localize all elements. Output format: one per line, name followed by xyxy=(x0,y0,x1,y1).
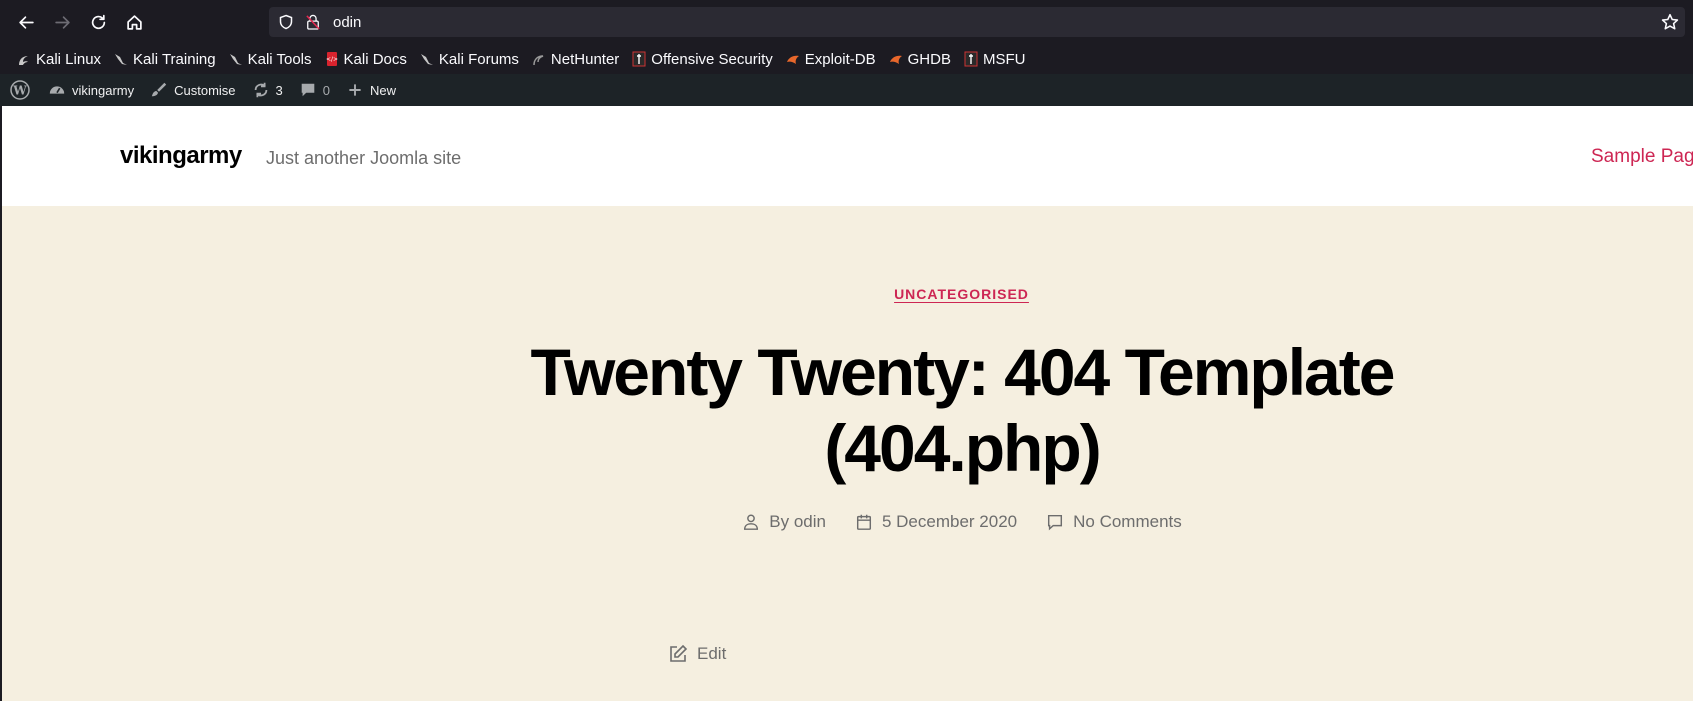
wp-logo-menu[interactable]: W xyxy=(0,74,40,106)
bookmark-label: Kali Linux xyxy=(36,50,102,68)
kali-dragon-icon xyxy=(228,51,244,67)
bookmark-kali-training[interactable]: Kali Training xyxy=(113,51,216,68)
post-title: Twenty Twenty: 404 Template (404.php) xyxy=(530,335,1396,485)
bookmark-kali-docs[interactable]: </> Kali Docs xyxy=(324,50,407,68)
url-text[interactable]: odin xyxy=(333,14,361,31)
browser-toolbar: odin xyxy=(0,0,1693,44)
wp-admin-bar: W vikingarmy Customise 3 0 New xyxy=(0,74,1693,106)
exploitdb-icon xyxy=(785,51,801,67)
bookmark-label: Exploit-DB xyxy=(804,50,876,68)
insecure-lock-icon[interactable] xyxy=(305,13,321,31)
site-header: vikingarmy Just another Joomla site Samp… xyxy=(2,106,1693,206)
exploitdb-icon xyxy=(888,51,904,67)
bookmark-nethunter[interactable]: NetHunter xyxy=(531,51,619,68)
post-comments: No Comments xyxy=(1045,512,1182,532)
user-icon xyxy=(741,512,761,532)
admin-customise[interactable]: Customise xyxy=(142,74,243,106)
nav-sample-page[interactable]: Sample Page xyxy=(1591,146,1693,168)
url-bar[interactable]: odin xyxy=(269,7,1685,37)
admin-site-name-label: vikingarmy xyxy=(72,82,135,98)
site-description: Just another Joomla site xyxy=(266,148,462,168)
arrow-right-icon xyxy=(54,15,70,29)
bookmark-label: MSFU xyxy=(982,50,1026,68)
bookmark-kali-forums[interactable]: Kali Forums xyxy=(419,51,519,68)
author-link[interactable]: odin xyxy=(794,512,826,532)
shield-icon[interactable] xyxy=(277,13,295,31)
edit-label: Edit xyxy=(697,644,727,663)
bookmark-exploit-db[interactable]: Exploit-DB xyxy=(785,51,876,68)
bookmark-label: Kali Training xyxy=(133,50,216,68)
reload-button[interactable] xyxy=(80,4,116,40)
bookmark-msfu[interactable]: MSFU xyxy=(963,50,1026,68)
nethunter-icon xyxy=(531,51,547,67)
bookmark-label: Kali Tools xyxy=(247,50,312,68)
offsec-icon xyxy=(963,51,979,67)
dashboard-gauge-icon xyxy=(48,81,66,99)
svg-text:W: W xyxy=(12,84,27,98)
admin-updates[interactable]: 3 xyxy=(244,74,291,106)
home-button[interactable] xyxy=(116,4,152,40)
kali-dragon-icon xyxy=(113,51,129,67)
bookmark-kali-linux[interactable]: Kali Linux xyxy=(16,51,101,68)
bookmark-label: Offensive Security xyxy=(651,50,773,68)
reload-icon xyxy=(91,14,105,29)
admin-new-label: New xyxy=(370,82,397,98)
post-date-link[interactable]: 5 December 2020 xyxy=(882,512,1017,532)
updates-refresh-icon xyxy=(252,81,270,99)
kali-dragon-icon xyxy=(419,51,435,67)
comments-link[interactable]: No Comments xyxy=(1073,512,1182,532)
plus-icon xyxy=(346,81,364,99)
bookmark-ghdb[interactable]: GHDB xyxy=(888,51,951,68)
bookmark-label: Kali Docs xyxy=(343,50,407,68)
edit-post-link[interactable]: Edit xyxy=(668,644,726,664)
updates-count: 3 xyxy=(275,82,283,98)
kali-dragon-icon xyxy=(16,51,32,67)
admin-new-content[interactable]: New xyxy=(338,74,404,106)
post-header: UNCATEGORISED Twenty Twenty: 404 Templat… xyxy=(2,206,1693,701)
back-button[interactable] xyxy=(8,4,44,40)
admin-comments[interactable]: 0 xyxy=(291,74,338,106)
bookmark-offensive-security[interactable]: Offensive Security xyxy=(631,50,773,68)
comment-icon xyxy=(1045,512,1065,532)
bookmarks-toolbar: Kali Linux Kali Training Kali Tools </> … xyxy=(0,44,1693,74)
admin-site-name[interactable]: vikingarmy xyxy=(40,74,142,106)
forward-button[interactable] xyxy=(44,4,80,40)
kali-docs-icon: </> xyxy=(324,51,340,67)
edit-pencil-icon xyxy=(668,644,688,664)
bookmark-star-icon[interactable] xyxy=(1661,13,1679,31)
bookmark-label: GHDB xyxy=(907,50,951,68)
post-date: 5 December 2020 xyxy=(854,512,1017,532)
svg-text:</>: </> xyxy=(325,56,337,63)
arrow-left-icon xyxy=(18,15,34,29)
calendar-icon xyxy=(854,512,874,532)
bookmark-label: NetHunter xyxy=(550,50,620,68)
paintbrush-icon xyxy=(150,81,168,99)
comments-count: 0 xyxy=(322,82,331,98)
admin-customise-label: Customise xyxy=(174,82,236,98)
post-author: By odin xyxy=(741,512,826,532)
post-meta: By odin 5 December 2020 No Comments xyxy=(2,512,1693,532)
comment-bubble-icon xyxy=(299,81,317,99)
site-title[interactable]: vikingarmy xyxy=(120,142,242,170)
bookmark-label: Kali Forums xyxy=(438,50,519,68)
category-link[interactable]: UNCATEGORISED xyxy=(894,286,1029,302)
wordpress-logo-icon: W xyxy=(10,80,30,100)
bookmark-kali-tools[interactable]: Kali Tools xyxy=(228,51,312,68)
post-category: UNCATEGORISED xyxy=(2,286,1693,302)
offsec-icon xyxy=(631,51,647,67)
home-icon xyxy=(126,14,142,30)
author-prefix: By xyxy=(769,512,790,531)
